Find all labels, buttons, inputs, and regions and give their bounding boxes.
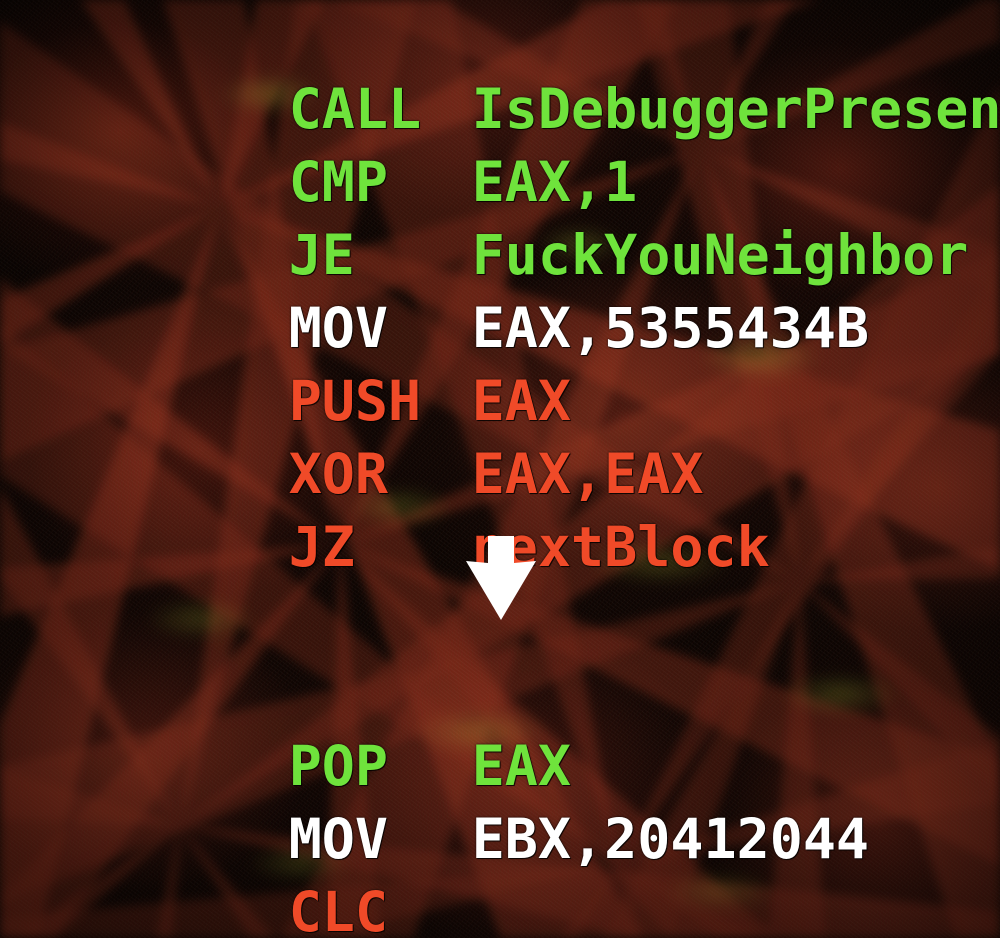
code-gap-lower — [90, 584, 990, 657]
screenshot-canvas: CALL IsDebuggerPresent CMP EAX,1 JE FuckYou… — [0, 0, 1000, 938]
arrow-down-icon — [466, 536, 536, 620]
code-mnemonic: MOV — [288, 296, 389, 360]
code-mnemonic: JZ — [288, 515, 355, 579]
code-mnemonic: CMP — [288, 150, 389, 214]
code-operands: EAX — [471, 369, 572, 433]
code-mnemonic: POP — [288, 734, 389, 798]
code-mnemonic: MOV — [288, 807, 389, 871]
code-mnemonic: JE — [288, 223, 355, 287]
code-mnemonic: PUSH — [288, 369, 422, 433]
code-mnemonic: CALL — [288, 77, 422, 141]
code-operands: EAX,EAX — [471, 442, 704, 506]
code-operands: EAX,1 — [471, 150, 638, 214]
code-line: POP EAX — [90, 657, 990, 798]
code-operands: EAX — [471, 734, 572, 798]
code-operands: EBX,20412044 — [471, 807, 870, 871]
code-operands: EAX,5355434B — [471, 296, 870, 360]
code-operands: IsDebuggerPresent — [471, 77, 1000, 141]
code-line: CALL IsDebuggerPresent — [90, 0, 1000, 141]
assembly-code-listing: CALL IsDebuggerPresent CMP EAX,1 JE FuckYou… — [90, 0, 1000, 938]
code-mnemonic: XOR — [288, 442, 389, 506]
code-mnemonic: CLC — [288, 880, 389, 938]
code-operands: FuckYouNeighbor — [471, 223, 969, 287]
